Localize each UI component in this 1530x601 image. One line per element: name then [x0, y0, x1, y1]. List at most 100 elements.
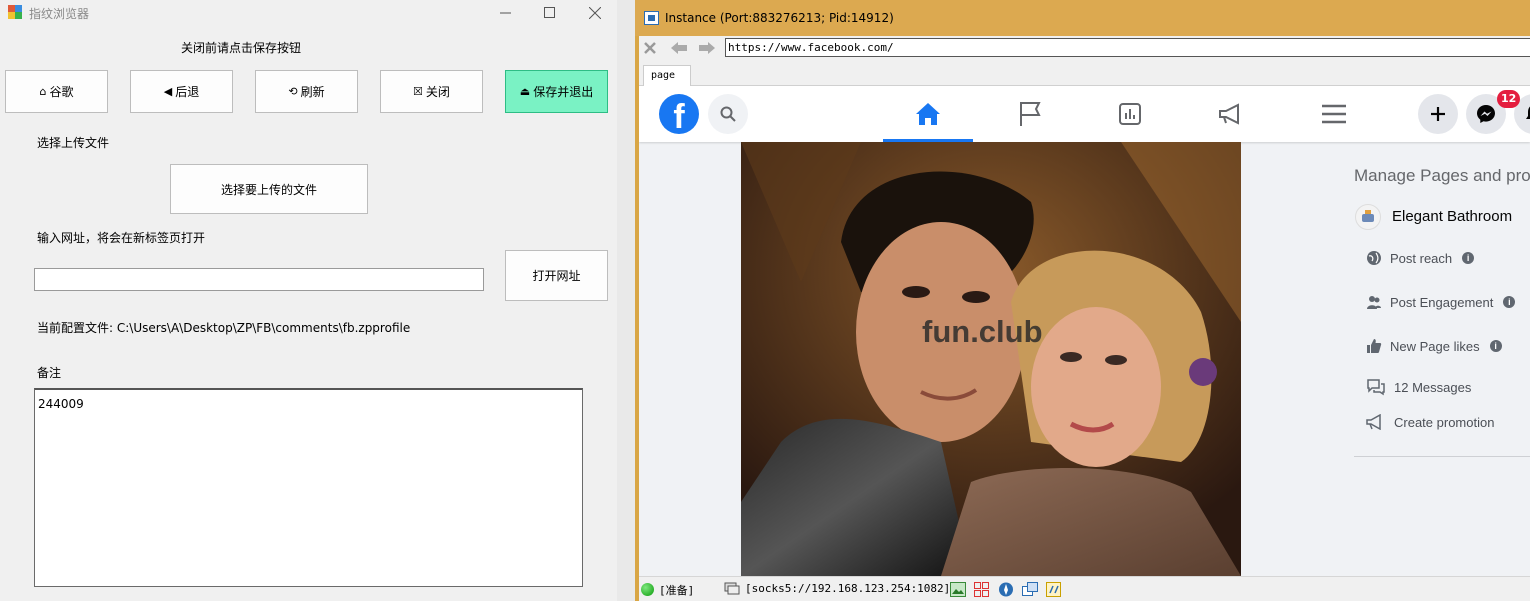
image-icon[interactable]	[950, 582, 966, 597]
tab-pages[interactable]	[985, 86, 1075, 142]
browser-nav-bar: https://www.facebook.com/	[639, 36, 1530, 62]
globe-icon	[1367, 251, 1381, 265]
nav-forward-button[interactable]	[698, 40, 716, 56]
tab-strip: page	[639, 62, 1530, 86]
back-arrow-icon: ◀	[163, 85, 173, 98]
nav-back-button[interactable]	[670, 40, 688, 56]
side-item-post-engagement[interactable]: Post Engagement i	[1366, 294, 1516, 310]
stop-button[interactable]	[641, 40, 659, 56]
home-icon: ⌂	[39, 85, 47, 98]
script-icon[interactable]	[1046, 582, 1062, 597]
close-button[interactable]: ☒ 关闭	[380, 70, 483, 113]
info-icon[interactable]: i	[1489, 340, 1502, 352]
flag-icon	[1020, 102, 1041, 126]
config-file-path: 当前配置文件: C:\Users\A\Desktop\ZP\FB\comment…	[37, 321, 411, 335]
notes-label: 备注	[37, 366, 62, 380]
back-button[interactable]: ◀ 后退	[130, 70, 233, 113]
maximize-button[interactable]	[526, 0, 572, 25]
save-and-exit-label: 保存并退出	[533, 85, 594, 99]
close-box-icon: ☒	[413, 85, 423, 98]
minimize-button[interactable]	[482, 0, 528, 25]
close-icon	[589, 6, 601, 19]
save-icon: ⏏	[519, 85, 531, 98]
compass-icon[interactable]	[998, 582, 1014, 597]
stop-x-icon	[644, 42, 656, 54]
window-title: 指纹浏览器	[29, 7, 90, 21]
status-bar: [准备] [socks5://192.168.123.254:1082]	[639, 576, 1530, 601]
plus-icon	[1431, 107, 1445, 121]
post-photo-image	[741, 142, 1241, 576]
side-item-new-page-likes[interactable]: New Page likes i	[1366, 338, 1502, 354]
refresh-button-label: 刷新	[300, 85, 325, 99]
refresh-button[interactable]: ⟲ 刷新	[255, 70, 358, 113]
google-button-label: 谷歌	[49, 85, 74, 99]
tab-page[interactable]: page	[643, 65, 691, 86]
open-url-button[interactable]: 打开网址	[505, 250, 608, 301]
close-window-button[interactable]	[572, 0, 618, 25]
side-item-create-promotion[interactable]: Create promotion	[1366, 414, 1494, 430]
manage-pages-panel: Manage Pages and pro Elegant Bathroom Po…	[1354, 142, 1530, 576]
window-gap	[617, 0, 635, 601]
status-ready-icon	[641, 583, 654, 596]
status-proxy: [socks5://192.168.123.254:1082]	[745, 582, 951, 595]
tab-ads[interactable]	[1186, 86, 1276, 142]
facebook-topbar: f 12	[639, 86, 1530, 142]
windows-icon[interactable]	[1022, 582, 1038, 597]
info-icon[interactable]: i	[1503, 296, 1516, 308]
side-item-label: Post reach	[1390, 250, 1453, 266]
instance-window: Instance (Port:883276213; Pid:14912) htt…	[635, 0, 1530, 601]
panel-divider	[1354, 456, 1530, 457]
photo-watermark: fun.club	[922, 314, 1043, 349]
close-button-label: 关闭	[425, 85, 450, 99]
choose-file-label: 选择要上传的文件	[220, 182, 317, 197]
notes-textarea[interactable]: 244009	[34, 388, 583, 587]
refresh-icon: ⟲	[288, 85, 298, 98]
choose-file-button[interactable]: 选择要上传的文件	[170, 164, 368, 214]
app-icon	[8, 5, 22, 19]
browser-frame: https://www.facebook.com/ page f 12 fun.…	[639, 36, 1530, 601]
bar-chart-icon	[1119, 103, 1141, 125]
url-input[interactable]	[34, 268, 484, 291]
info-icon[interactable]: i	[1462, 252, 1475, 264]
network-icon	[724, 582, 740, 595]
maximize-icon	[543, 7, 555, 18]
messenger-icon	[1477, 105, 1495, 123]
save-notice: 关闭前请点击保存按钮	[181, 41, 302, 55]
arrow-left-icon	[671, 42, 687, 54]
side-item-label: Post Engagement	[1390, 294, 1494, 310]
create-button[interactable]	[1418, 94, 1458, 134]
back-button-label: 后退	[175, 85, 200, 99]
thumbs-up-icon	[1367, 339, 1382, 353]
tab-home[interactable]	[883, 86, 973, 142]
left-titlebar: 指纹浏览器	[0, 0, 617, 25]
home-icon	[916, 103, 940, 125]
address-bar[interactable]: https://www.facebook.com/	[725, 38, 1530, 57]
search-icon	[720, 106, 736, 122]
side-item-label: 12 Messages	[1394, 379, 1472, 395]
bell-icon	[1526, 106, 1530, 119]
google-button[interactable]: ⌂ 谷歌	[5, 70, 108, 113]
notes-value: 244009	[38, 397, 84, 411]
megaphone-icon	[1366, 414, 1381, 430]
save-and-exit-button[interactable]: ⏏ 保存并退出	[505, 70, 608, 113]
search-button[interactable]	[708, 94, 748, 134]
page-name[interactable]: Elegant Bathroom	[1392, 208, 1512, 225]
page-logo-icon	[1362, 210, 1374, 222]
open-url-label: 打开网址	[532, 269, 581, 283]
grid-icon[interactable]	[974, 582, 990, 597]
upload-label: 选择上传文件	[37, 136, 110, 150]
page-avatar[interactable]	[1355, 204, 1381, 230]
facebook-logo-icon[interactable]: f	[659, 94, 699, 134]
post-photo[interactable]	[741, 142, 1241, 576]
instance-title: Instance (Port:883276213; Pid:14912)	[665, 11, 894, 25]
side-item-messages[interactable]: 12 Messages	[1366, 378, 1471, 396]
people-icon	[1367, 296, 1381, 309]
arrow-right-icon	[699, 42, 715, 54]
instance-icon	[644, 11, 659, 25]
tab-menu[interactable]	[1289, 86, 1379, 142]
side-item-post-reach[interactable]: Post reach i	[1366, 250, 1475, 266]
tab-insights[interactable]	[1085, 86, 1175, 142]
url-label: 输入网址，将会在新标签页打开	[37, 231, 206, 245]
megaphone-icon	[1219, 103, 1239, 125]
hamburger-icon	[1322, 104, 1346, 124]
